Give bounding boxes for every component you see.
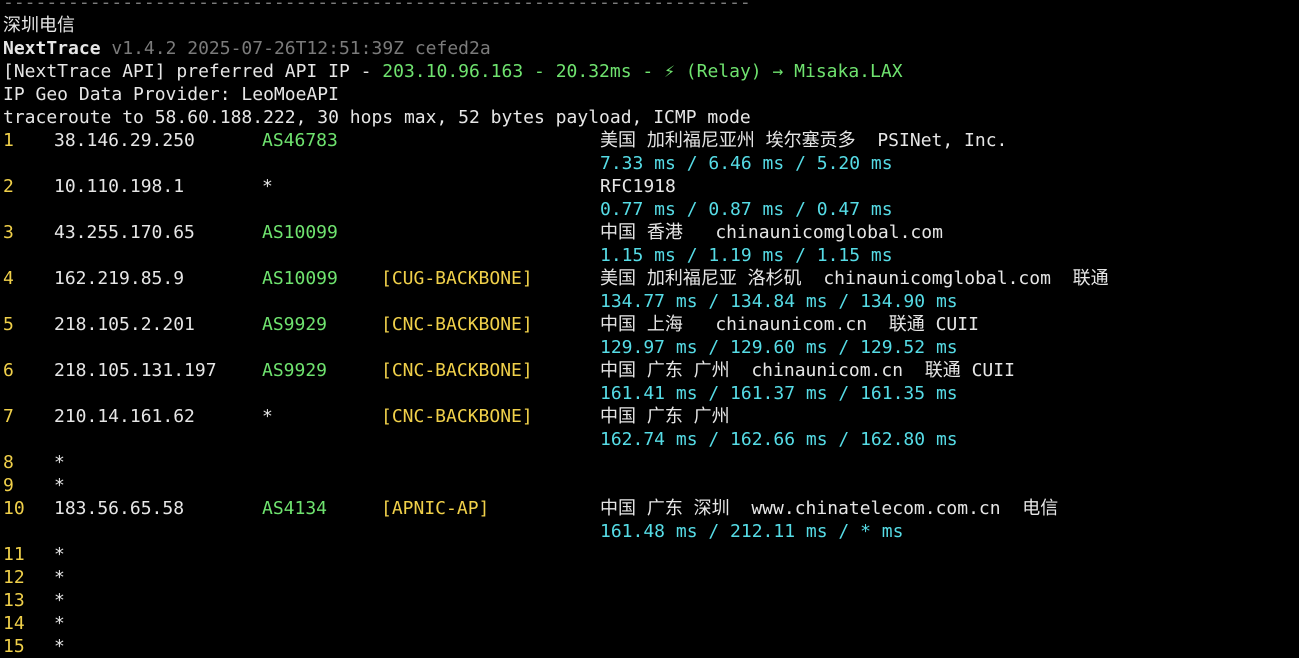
separator-line: ----------------------------------------… <box>3 0 751 13</box>
hop-geo: RFC1918 <box>600 176 676 197</box>
api-relay: (Relay) <box>685 61 773 82</box>
hop-rtt: 162.74 ms / 162.66 ms / 162.80 ms <box>600 429 958 450</box>
hop-number: 12 <box>3 567 25 588</box>
hop-rtt: 1.15 ms / 1.19 ms / 1.15 ms <box>600 245 893 266</box>
hop-asn: AS10099 <box>262 268 338 289</box>
hop-ip: 218.105.131.197 <box>54 360 217 381</box>
hop-backbone-tag: [CNC-BACKBONE] <box>381 314 533 335</box>
hop-ip: 218.105.2.201 <box>54 314 195 335</box>
hop-ip: 43.255.170.65 <box>54 222 195 243</box>
hop-number: 6 <box>3 360 14 381</box>
hop-geo: 中国 上海 chinaunicom.cn 联通 CUII <box>600 314 979 335</box>
geo-provider-line: IP Geo Data Provider: LeoMoeAPI <box>3 84 339 105</box>
hop-ip: 210.14.161.62 <box>54 406 195 427</box>
hop-number: 13 <box>3 590 25 611</box>
api-prefix: [NextTrace API] preferred API IP - <box>3 61 383 82</box>
relay-icon: ⚡ <box>664 61 686 82</box>
api-sep-1: - <box>523 61 556 82</box>
api-sep-2: - <box>631 61 665 82</box>
hop-backbone-tag: [APNIC-AP] <box>381 498 490 519</box>
hop-timeout: * <box>54 475 65 496</box>
hop-geo: 中国 香港 chinaunicomglobal.com <box>600 222 943 243</box>
hop-rtt: 7.33 ms / 6.46 ms / 5.20 ms <box>600 153 893 174</box>
hop-ip: 10.110.198.1 <box>54 176 185 197</box>
hop-number: 7 <box>3 406 14 427</box>
hop-number: 5 <box>3 314 14 335</box>
hop-backbone-tag: [CNC-BACKBONE] <box>381 406 533 427</box>
hop-geo: 美国 加利福尼亚州 埃尔塞贡多 PSINet, Inc. <box>600 130 1008 151</box>
hop-geo: 中国 广东 广州 chinaunicom.cn 联通 CUII <box>600 360 1015 381</box>
hop-number: 15 <box>3 636 25 657</box>
hop-rtt: 129.97 ms / 129.60 ms / 129.52 ms <box>600 337 958 358</box>
api-node: Misaka.LAX <box>794 61 903 82</box>
hop-asn-unknown: * <box>262 176 273 197</box>
hop-asn: AS10099 <box>262 222 338 243</box>
traceroute-info-line: traceroute to 58.60.188.222, 30 hops max… <box>3 107 751 128</box>
hop-backbone-tag: [CNC-BACKBONE] <box>381 360 533 381</box>
location-title: 深圳电信 <box>3 15 75 36</box>
hop-geo: 美国 加利福尼亚 洛杉矶 chinaunicomglobal.com 联通 <box>600 268 1109 289</box>
version-line: NextTrace v1.4.2 2025-07-26T12:51:39Z ce… <box>3 37 491 60</box>
hop-ip: 162.219.85.9 <box>54 268 185 289</box>
api-line: [NextTrace API] preferred API IP - 203.1… <box>3 60 903 83</box>
hop-rtt: 134.77 ms / 134.84 ms / 134.90 ms <box>600 291 958 312</box>
hop-number: 8 <box>3 452 14 473</box>
hop-timeout: * <box>54 567 65 588</box>
hop-ip: 38.146.29.250 <box>54 130 195 151</box>
arrow-icon: → <box>772 61 795 82</box>
hop-rtt: 161.48 ms / 212.11 ms / * ms <box>600 521 904 542</box>
hop-geo: 中国 广东 广州 <box>600 406 730 427</box>
hop-number: 10 <box>3 498 25 519</box>
hop-asn-unknown: * <box>262 406 273 427</box>
hop-number: 3 <box>3 222 14 243</box>
hop-number: 1 <box>3 130 14 151</box>
app-name: NextTrace <box>3 38 101 59</box>
api-latency: 20.32ms <box>555 61 632 82</box>
hop-number: 4 <box>3 268 14 289</box>
hop-rtt: 161.41 ms / 161.37 ms / 161.35 ms <box>600 383 958 404</box>
hop-timeout: * <box>54 590 65 611</box>
hop-timeout: * <box>54 636 65 657</box>
hop-ip: 183.56.65.58 <box>54 498 185 519</box>
hop-backbone-tag: [CUG-BACKBONE] <box>381 268 533 289</box>
hop-rtt: 0.77 ms / 0.87 ms / 0.47 ms <box>600 199 893 220</box>
hop-asn: AS9929 <box>262 360 328 381</box>
hop-number: 14 <box>3 613 25 634</box>
hop-asn: AS9929 <box>262 314 328 335</box>
hop-number: 11 <box>3 544 25 565</box>
hop-asn: AS4134 <box>262 498 328 519</box>
hop-timeout: * <box>54 613 65 634</box>
hop-number: 2 <box>3 176 14 197</box>
hop-timeout: * <box>54 452 65 473</box>
hop-asn: AS46783 <box>262 130 338 151</box>
hop-timeout: * <box>54 544 65 565</box>
api-ip: 203.10.96.163 <box>382 61 524 82</box>
hop-number: 9 <box>3 475 14 496</box>
app-version: v1.4.2 2025-07-26T12:51:39Z cefed2a <box>111 38 491 59</box>
hop-geo: 中国 广东 深圳 www.chinatelecom.com.cn 电信 <box>600 498 1059 519</box>
